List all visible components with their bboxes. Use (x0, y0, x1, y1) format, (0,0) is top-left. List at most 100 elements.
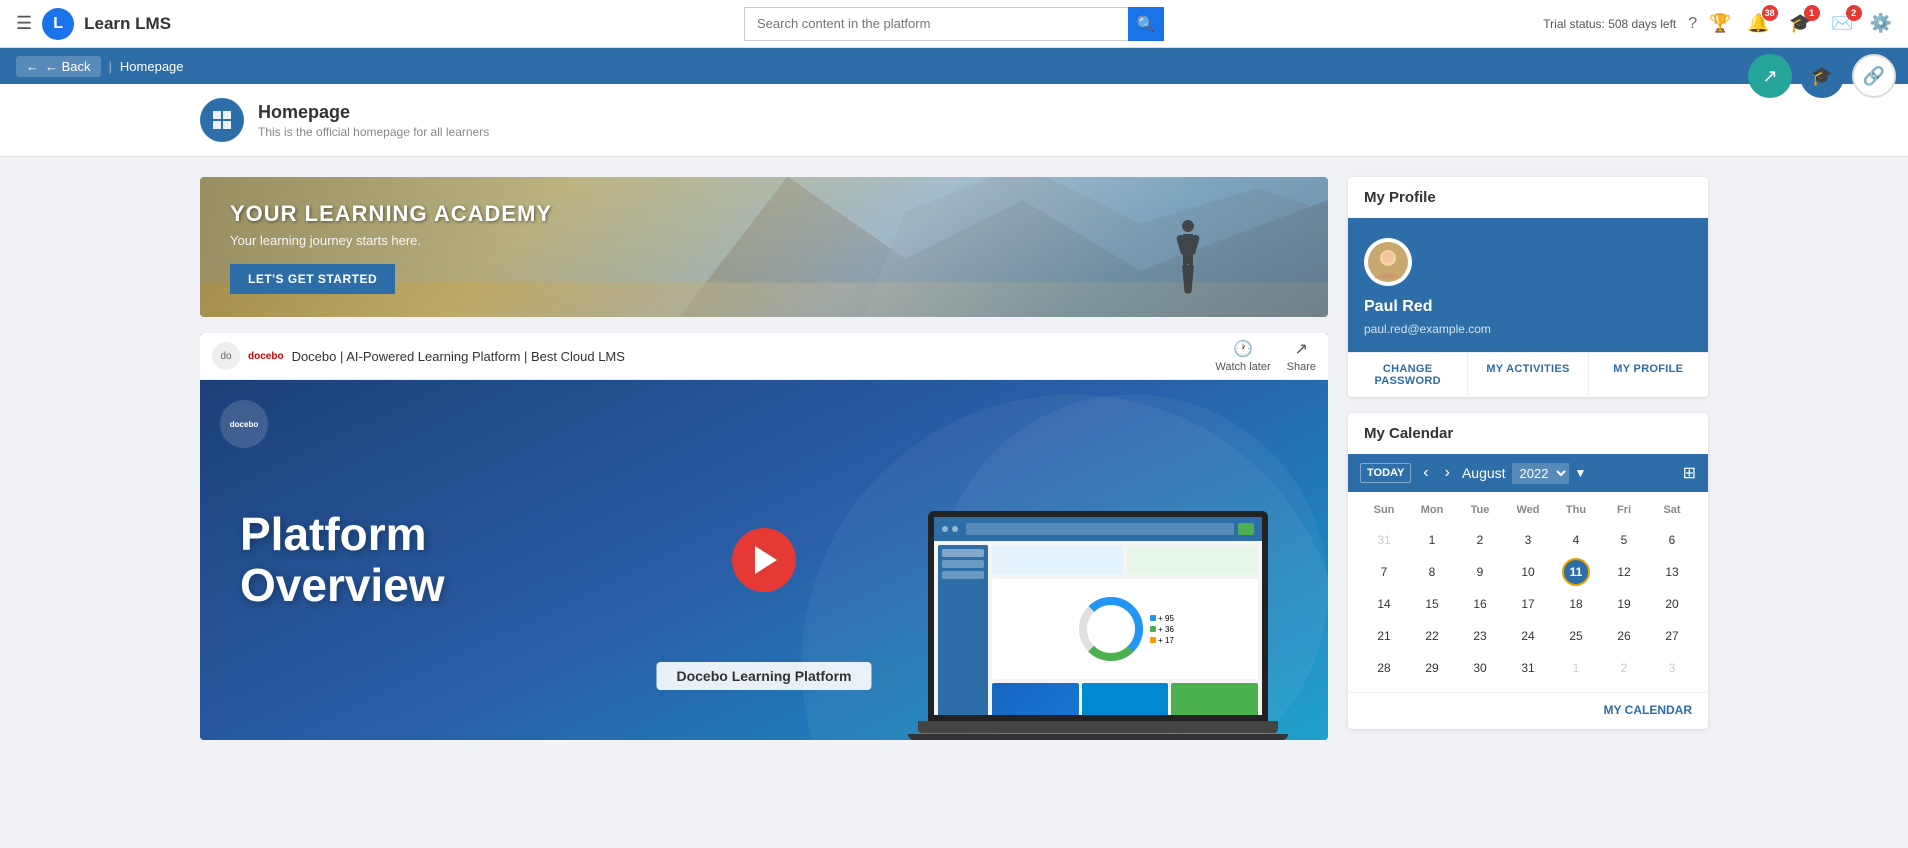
cal-day[interactable]: 2 (1610, 654, 1638, 682)
next-month-button[interactable]: › (1441, 462, 1454, 484)
cal-day[interactable]: 14 (1370, 590, 1398, 618)
cal-day[interactable]: 16 (1466, 590, 1494, 618)
cal-week-2: 7 8 9 10 11 12 13 (1360, 556, 1696, 588)
search-input[interactable] (744, 7, 1128, 41)
page-title: Homepage (258, 102, 489, 123)
channel-icon: do (212, 342, 240, 370)
video-header: do docebo Docebo | AI-Powered Learning P… (200, 333, 1328, 380)
messages-button[interactable]: ✉️ 2 (1828, 9, 1858, 39)
share-label: Share (1287, 361, 1316, 373)
profile-actions: CHANGE PASSWORD MY ACTIVITIES MY PROFILE (1348, 352, 1708, 397)
cal-day[interactable]: 18 (1562, 590, 1590, 618)
search-container: 🔍 (744, 7, 1164, 41)
cal-day[interactable]: 27 (1658, 622, 1686, 650)
share-action[interactable]: ↗ Share (1287, 339, 1316, 373)
cal-weeks: 31 1 2 3 4 5 6 7 8 9 10 11 (1360, 524, 1696, 684)
cal-day[interactable]: 26 (1610, 622, 1638, 650)
main-content: YOUR LEARNING ACADEMY Your learning jour… (0, 157, 1908, 760)
page-header: Homepage This is the official homepage f… (0, 84, 1908, 157)
cal-day[interactable]: 7 (1370, 558, 1398, 586)
laptop-mockup: + 95 + 36 + 17 (928, 511, 1308, 740)
cal-day[interactable]: 15 (1418, 590, 1446, 618)
hero-subtitle: Your learning journey starts here. (230, 233, 552, 248)
prev-month-button[interactable]: ‹ (1419, 462, 1432, 484)
cal-year-select[interactable]: 2022 (1512, 463, 1569, 484)
cal-day[interactable]: 3 (1658, 654, 1686, 682)
cal-day[interactable]: 12 (1610, 558, 1638, 586)
profile-card: My Profile Paul Red paul.red@example.com… (1348, 177, 1708, 397)
fab-share-button[interactable]: ↗ (1748, 54, 1792, 98)
notifications-button[interactable]: 🔔 38 (1744, 9, 1774, 39)
cal-day[interactable]: 9 (1466, 558, 1494, 586)
cal-day[interactable]: 29 (1418, 654, 1446, 682)
hero-figure (1168, 214, 1208, 317)
back-button[interactable]: ← ← Back (16, 56, 101, 77)
cal-day[interactable]: 20 (1658, 590, 1686, 618)
trial-status: Trial status: 508 days left (1543, 17, 1676, 31)
fab-learn-button[interactable]: 🎓 (1800, 54, 1844, 98)
cal-day[interactable]: 24 (1514, 622, 1542, 650)
settings-icon[interactable]: ⚙️ (1870, 13, 1892, 34)
cal-day[interactable]: 23 (1466, 622, 1494, 650)
cal-day[interactable]: 25 (1562, 622, 1590, 650)
change-password-button[interactable]: CHANGE PASSWORD (1348, 353, 1468, 397)
trophy-icon[interactable]: 🏆 (1709, 13, 1731, 34)
my-calendar-link[interactable]: MY CALENDAR (1604, 703, 1692, 717)
calendar-navigation: TODAY ‹ › August 2022 ▼ ⊞ (1348, 454, 1708, 492)
achievements-button[interactable]: 🎓 1 (1786, 9, 1816, 39)
cal-day[interactable]: 6 (1658, 526, 1686, 554)
my-activities-button[interactable]: MY ACTIVITIES (1468, 353, 1588, 397)
cal-day[interactable]: 19 (1610, 590, 1638, 618)
hero-banner: YOUR LEARNING ACADEMY Your learning jour… (200, 177, 1328, 317)
cal-month-label: August (1462, 465, 1506, 481)
nav-right: Trial status: 508 days left ? 🏆 🔔 38 🎓 1… (1543, 9, 1892, 39)
cal-header-sun: Sun (1360, 500, 1408, 520)
cal-day[interactable]: 31 (1514, 654, 1542, 682)
share-icon: ↗ (1762, 66, 1777, 87)
my-profile-button[interactable]: MY PROFILE (1589, 353, 1708, 397)
cal-day[interactable]: 22 (1418, 622, 1446, 650)
breadcrumb-current: Homepage (120, 59, 184, 74)
search-button[interactable]: 🔍 (1128, 7, 1164, 41)
cal-day[interactable]: 8 (1418, 558, 1446, 586)
cal-day[interactable]: 1 (1562, 654, 1590, 682)
cal-day[interactable]: 31 (1370, 526, 1398, 554)
floating-actions: ↗ 🎓 🔗 (1748, 54, 1896, 98)
page-icon (200, 98, 244, 142)
watch-later-label: Watch later (1215, 361, 1270, 373)
hamburger-icon[interactable]: ☰ (16, 13, 32, 34)
cal-day[interactable]: 30 (1466, 654, 1494, 682)
page-title-block: Homepage This is the official homepage f… (258, 102, 489, 139)
graduation-icon: 🎓 (1811, 66, 1833, 87)
cal-day[interactable]: 10 (1514, 558, 1542, 586)
cal-week-1: 31 1 2 3 4 5 6 (1360, 524, 1696, 556)
cal-day[interactable]: 4 (1562, 526, 1590, 554)
cal-month-year: August 2022 ▼ (1462, 463, 1675, 484)
cal-day[interactable]: 2 (1466, 526, 1494, 554)
cal-day[interactable]: 17 (1514, 590, 1542, 618)
fab-link-button[interactable]: 🔗 (1852, 54, 1896, 98)
cal-grid-icon[interactable]: ⊞ (1683, 463, 1696, 483)
video-thumbnail[interactable]: docebo Platform Overview (200, 380, 1328, 740)
cal-day[interactable]: 3 (1514, 526, 1542, 554)
help-icon[interactable]: ? (1688, 15, 1697, 33)
cal-day[interactable]: 1 (1418, 526, 1446, 554)
avatar (1364, 238, 1412, 286)
docebo-brand: docebo (248, 351, 284, 362)
notification-badge: 38 (1762, 5, 1778, 21)
cal-day-today[interactable]: 11 (1562, 558, 1590, 586)
calendar-section-title: My Calendar (1348, 413, 1708, 454)
calendar-footer: MY CALENDAR (1348, 692, 1708, 729)
cal-week-4: 21 22 23 24 25 26 27 (1360, 620, 1696, 652)
get-started-button[interactable]: LET'S GET STARTED (230, 264, 395, 294)
top-navigation: ☰ L Learn LMS 🔍 Trial status: 508 days l… (0, 0, 1908, 48)
cal-day[interactable]: 28 (1370, 654, 1398, 682)
watch-later-action[interactable]: 🕐 Watch later (1215, 339, 1270, 373)
cal-day[interactable]: 13 (1658, 558, 1686, 586)
cal-header-sat: Sat (1648, 500, 1696, 520)
cal-day[interactable]: 21 (1370, 622, 1398, 650)
cal-day[interactable]: 5 (1610, 526, 1638, 554)
profile-name: Paul Red (1364, 298, 1692, 316)
play-button[interactable] (732, 528, 796, 592)
today-button[interactable]: TODAY (1360, 463, 1411, 483)
